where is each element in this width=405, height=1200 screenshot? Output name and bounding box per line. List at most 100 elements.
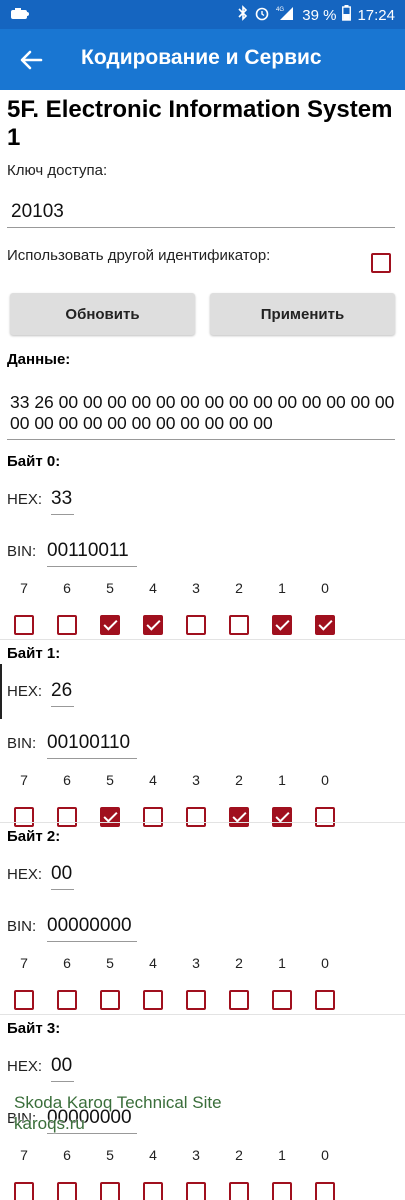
data-label: Данные: <box>7 351 71 368</box>
battery-percent: 39 % <box>302 6 337 24</box>
byte-divider <box>0 1014 405 1015</box>
byte-block: Байт 0: HEX: 33 BIN: 00110011 7 6 5 4 3 2 1 0 <box>0 453 405 643</box>
battery-icon <box>342 5 352 25</box>
access-key-label: Ключ доступа: <box>7 162 108 179</box>
hex-underline <box>51 706 74 707</box>
bin-label: BIN: <box>7 918 37 935</box>
bit-checkbox[interactable] <box>272 990 292 1010</box>
bit-checkbox[interactable] <box>14 1182 34 1200</box>
byte-block: Байт 2: HEX: 00 BIN: 00000000 7 6 5 4 3 2 1 0 <box>0 822 405 1018</box>
bit-checkbox[interactable] <box>100 807 120 827</box>
bit-checkbox[interactable] <box>272 615 292 635</box>
hex-input[interactable]: 26 <box>51 680 72 702</box>
bit-checkbox[interactable] <box>100 1182 120 1200</box>
data-input[interactable]: 33 26 00 00 00 00 00 00 00 00 00 00 00 0… <box>10 392 395 434</box>
bit-checkbox[interactable] <box>14 990 34 1010</box>
bit-number-label: 6 <box>63 1147 71 1163</box>
bit-number-label: 4 <box>149 1147 157 1163</box>
bin-underline <box>47 941 137 942</box>
bit-checkbox[interactable] <box>315 990 335 1010</box>
hex-underline <box>51 1081 74 1082</box>
apply-button[interactable]: Применить <box>210 293 395 335</box>
refresh-button[interactable]: Обновить <box>10 293 195 335</box>
bit-number-label: 2 <box>235 772 243 788</box>
byte-divider <box>0 822 405 823</box>
bit-number-label: 3 <box>192 580 200 596</box>
bit-checkbox[interactable] <box>229 990 249 1010</box>
scroll-edge-marker <box>0 664 2 719</box>
clock: 17:24 <box>357 6 395 24</box>
data-underline <box>7 439 395 440</box>
bit-checkbox[interactable] <box>186 807 206 827</box>
bit-number-label: 3 <box>192 772 200 788</box>
hex-label: HEX: <box>7 1058 43 1075</box>
bit-checkbox[interactable] <box>57 615 77 635</box>
bit-number-label: 5 <box>106 772 114 788</box>
bit-checkbox[interactable] <box>143 807 163 827</box>
arrow-left-icon[interactable] <box>14 43 48 77</box>
app-notification-icon <box>10 7 30 26</box>
access-key-input[interactable]: 20103 <box>11 201 64 223</box>
hex-input[interactable]: 00 <box>51 1055 72 1077</box>
signal-icon: 4G <box>276 5 296 25</box>
bit-number-label: 0 <box>321 1147 329 1163</box>
bit-number-label: 3 <box>192 955 200 971</box>
bit-number-label: 7 <box>20 1147 28 1163</box>
bit-checkbox[interactable] <box>272 1182 292 1200</box>
hex-underline <box>51 889 74 890</box>
hex-label: HEX: <box>7 491 43 508</box>
bit-number-label: 3 <box>192 1147 200 1163</box>
bit-number-label: 1 <box>278 955 286 971</box>
bit-checkbox[interactable] <box>57 1182 77 1200</box>
bit-checkbox[interactable] <box>315 807 335 827</box>
bit-checkbox[interactable] <box>229 807 249 827</box>
bit-checkbox[interactable] <box>229 615 249 635</box>
bit-checkbox[interactable] <box>100 990 120 1010</box>
hex-input[interactable]: 00 <box>51 863 72 885</box>
byte-title: Байт 3: <box>7 1020 61 1037</box>
bit-checkbox[interactable] <box>186 1182 206 1200</box>
bit-number-label: 5 <box>106 955 114 971</box>
alt-identifier-checkbox[interactable] <box>371 253 391 273</box>
bit-checkbox[interactable] <box>272 807 292 827</box>
bluetooth-icon <box>238 5 248 25</box>
bit-checkbox[interactable] <box>14 807 34 827</box>
byte-title: Байт 0: <box>7 453 61 470</box>
bit-checkbox[interactable] <box>57 807 77 827</box>
bit-number-label: 7 <box>20 955 28 971</box>
bin-input[interactable]: 00000000 <box>47 915 132 937</box>
bit-checkbox[interactable] <box>143 1182 163 1200</box>
app-bar: Кодирование и Сервис <box>0 29 405 90</box>
network-type-text: 4G <box>276 7 284 13</box>
bit-number-label: 6 <box>63 955 71 971</box>
bit-checkbox[interactable] <box>14 615 34 635</box>
bit-checkbox[interactable] <box>229 1182 249 1200</box>
bit-checkbox[interactable] <box>143 615 163 635</box>
app-bar-title: Кодирование и Сервис <box>81 46 322 69</box>
bit-checkbox[interactable] <box>186 615 206 635</box>
hex-label: HEX: <box>7 866 43 883</box>
hex-input[interactable]: 33 <box>51 488 72 510</box>
byte-title: Байт 2: <box>7 828 61 845</box>
byte-divider <box>0 639 405 640</box>
hex-label: HEX: <box>7 683 43 700</box>
hex-underline <box>51 514 74 515</box>
bit-checkbox[interactable] <box>100 615 120 635</box>
bit-number-label: 4 <box>149 955 157 971</box>
bit-checkbox[interactable] <box>315 1182 335 1200</box>
bit-number-label: 1 <box>278 580 286 596</box>
bin-underline <box>47 758 137 759</box>
watermark-url: karoqs.ru <box>14 1114 85 1133</box>
bin-label: BIN: <box>7 735 37 752</box>
bit-number-label: 1 <box>278 1147 286 1163</box>
access-key-underline <box>7 227 395 228</box>
bit-checkbox[interactable] <box>57 990 77 1010</box>
bit-checkbox[interactable] <box>315 615 335 635</box>
bin-input[interactable]: 00110011 <box>47 540 129 562</box>
bit-number-label: 4 <box>149 580 157 596</box>
bit-number-label: 2 <box>235 580 243 596</box>
bit-checkbox[interactable] <box>143 990 163 1010</box>
bit-checkbox[interactable] <box>186 990 206 1010</box>
bin-input[interactable]: 00100110 <box>47 732 130 754</box>
bit-number-label: 2 <box>235 1147 243 1163</box>
